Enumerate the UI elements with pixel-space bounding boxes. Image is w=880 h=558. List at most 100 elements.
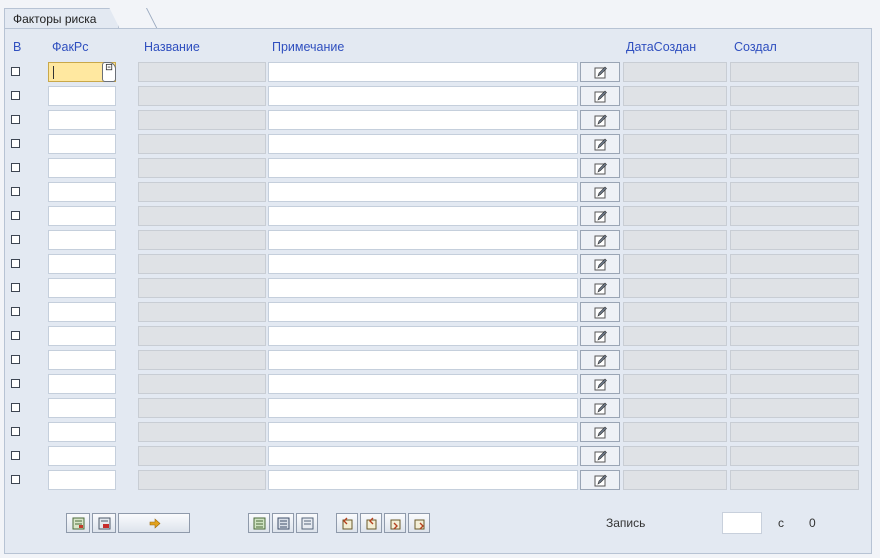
detail-button[interactable] — [66, 513, 90, 533]
page-last-button[interactable] — [408, 513, 430, 533]
column-header-select[interactable]: В — [13, 40, 21, 54]
row-select-checkbox[interactable] — [11, 139, 20, 148]
note-input[interactable] — [268, 278, 578, 298]
edit-note-button[interactable] — [580, 86, 620, 106]
edit-note-button[interactable] — [580, 278, 620, 298]
fakrs-input[interactable] — [48, 86, 116, 106]
note-input[interactable] — [268, 326, 578, 346]
row-select-checkbox[interactable] — [11, 187, 20, 196]
row-select-checkbox[interactable] — [11, 115, 20, 124]
edit-note-button[interactable] — [580, 62, 620, 82]
page-first-button[interactable] — [336, 513, 358, 533]
row-select-checkbox[interactable] — [11, 163, 20, 172]
record-input[interactable] — [722, 512, 762, 534]
record-label: Запись — [606, 516, 646, 530]
date-created-cell — [623, 326, 727, 346]
row-select-checkbox[interactable] — [11, 235, 20, 244]
row-select-checkbox[interactable] — [11, 91, 20, 100]
edit-note-button[interactable] — [580, 374, 620, 394]
page-next-button[interactable] — [384, 513, 406, 533]
row-select-checkbox[interactable] — [11, 475, 20, 484]
edit-note-button[interactable] — [580, 470, 620, 490]
fakrs-input[interactable] — [48, 62, 116, 82]
note-input[interactable] — [268, 230, 578, 250]
row-select-checkbox[interactable] — [11, 427, 20, 436]
fakrs-input[interactable] — [48, 230, 116, 250]
fakrs-input[interactable] — [48, 278, 116, 298]
edit-note-button[interactable] — [580, 158, 620, 178]
row-select-checkbox[interactable] — [11, 451, 20, 460]
note-input[interactable] — [268, 158, 578, 178]
column-header-note[interactable]: Примечание — [272, 40, 344, 54]
name-cell — [138, 470, 266, 490]
name-cell — [138, 206, 266, 226]
edit-pencil-icon — [594, 426, 607, 438]
created-by-cell — [730, 350, 859, 370]
fakrs-input[interactable] — [48, 470, 116, 490]
fakrs-input[interactable] — [48, 326, 116, 346]
deselect-all-button[interactable] — [272, 513, 294, 533]
value-help-button[interactable] — [102, 62, 116, 82]
note-input[interactable] — [268, 422, 578, 442]
fakrs-input[interactable] — [48, 254, 116, 274]
row-select-checkbox[interactable] — [11, 211, 20, 220]
note-input[interactable] — [268, 86, 578, 106]
edit-note-button[interactable] — [580, 446, 620, 466]
note-input[interactable] — [268, 302, 578, 322]
note-input[interactable] — [268, 374, 578, 394]
fakrs-input[interactable] — [48, 110, 116, 130]
fakrs-input[interactable] — [48, 206, 116, 226]
column-header-created-by[interactable]: Создал — [734, 40, 777, 54]
fakrs-input[interactable] — [48, 158, 116, 178]
fakrs-input[interactable] — [48, 422, 116, 442]
note-input[interactable] — [268, 62, 578, 82]
select-block-button[interactable] — [296, 513, 318, 533]
column-header-name[interactable]: Название — [144, 40, 200, 54]
row-select-checkbox[interactable] — [11, 67, 20, 76]
row-select-checkbox[interactable] — [11, 355, 20, 364]
arrow-button[interactable] — [118, 513, 190, 533]
row-select-checkbox[interactable] — [11, 283, 20, 292]
note-input[interactable] — [268, 470, 578, 490]
edit-note-button[interactable] — [580, 326, 620, 346]
note-input[interactable] — [268, 134, 578, 154]
fakrs-input[interactable] — [48, 302, 116, 322]
note-input[interactable] — [268, 254, 578, 274]
created-by-cell — [730, 230, 859, 250]
edit-note-button[interactable] — [580, 350, 620, 370]
fakrs-input[interactable] — [48, 398, 116, 418]
edit-note-button[interactable] — [580, 110, 620, 130]
fakrs-input[interactable] — [48, 182, 116, 202]
edit-note-button[interactable] — [580, 398, 620, 418]
column-header-date-created[interactable]: ДатаСоздан — [626, 40, 696, 54]
page-prev-button[interactable] — [360, 513, 382, 533]
edit-pencil-icon — [594, 186, 607, 198]
tab-risk-factors[interactable]: Факторы риска — [4, 8, 119, 28]
date-created-cell — [623, 254, 727, 274]
row-select-checkbox[interactable] — [11, 403, 20, 412]
row-select-checkbox[interactable] — [11, 331, 20, 340]
fakrs-input[interactable] — [48, 134, 116, 154]
edit-note-button[interactable] — [580, 302, 620, 322]
note-input[interactable] — [268, 398, 578, 418]
edit-note-button[interactable] — [580, 182, 620, 202]
select-all-button[interactable] — [248, 513, 270, 533]
fakrs-input[interactable] — [48, 350, 116, 370]
note-input[interactable] — [268, 446, 578, 466]
edit-note-button[interactable] — [580, 206, 620, 226]
row-select-checkbox[interactable] — [11, 307, 20, 316]
edit-note-button[interactable] — [580, 134, 620, 154]
note-input[interactable] — [268, 110, 578, 130]
fakrs-input[interactable] — [48, 374, 116, 394]
edit-note-button[interactable] — [580, 422, 620, 442]
edit-note-button[interactable] — [580, 254, 620, 274]
fakrs-input[interactable] — [48, 446, 116, 466]
edit-note-button[interactable] — [580, 230, 620, 250]
row-select-checkbox[interactable] — [11, 379, 20, 388]
column-header-fakrs[interactable]: ФакРс — [52, 40, 89, 54]
note-input[interactable] — [268, 350, 578, 370]
note-input[interactable] — [268, 206, 578, 226]
note-input[interactable] — [268, 182, 578, 202]
delete-button[interactable] — [92, 513, 116, 533]
row-select-checkbox[interactable] — [11, 259, 20, 268]
